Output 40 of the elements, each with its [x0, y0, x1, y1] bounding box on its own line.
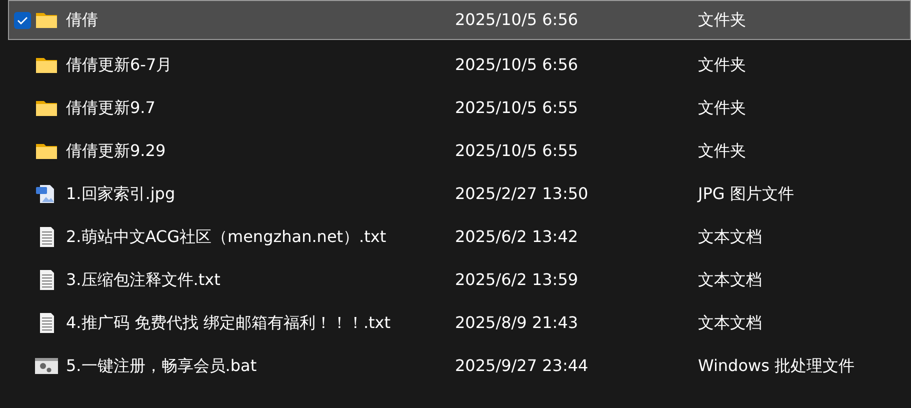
file-name: 倩倩更新6-7月 — [66, 54, 172, 76]
modified-date: 2025/6/2 13:59 — [455, 268, 580, 290]
modified-date: 2025/10/5 6:56 — [455, 9, 580, 31]
file-name: 1.回家索引.jpg — [66, 182, 176, 204]
file-name: 4.推广码 免费代找 绑定邮箱有福利！！！.txt — [66, 312, 391, 334]
modified-date: 2025/2/27 13:50 — [455, 182, 590, 204]
file-row[interactable]: 3.压缩包注释文件.txt 2025/6/2 13:59 文本文档 — [8, 258, 911, 301]
modified-date: 2025/8/9 21:43 — [455, 312, 580, 334]
modified-date: 2025/10/5 6:55 — [455, 96, 580, 118]
file-type: 文件夹 — [698, 54, 746, 76]
file-name: 倩倩更新9.29 — [66, 140, 166, 162]
file-type: 文件夹 — [698, 96, 746, 118]
file-row[interactable]: 2.萌站中文ACG社区（mengzhan.net）.txt 2025/6/2 13:42 文本文档 — [8, 215, 911, 258]
file-row[interactable]: 1.回家索引.jpg 2025/2/27 13:50 JPG 图片文件 — [8, 172, 911, 215]
file-name: 2.萌站中文ACG社区（mengzhan.net）.txt — [66, 226, 386, 248]
checkmark-icon — [16, 16, 28, 24]
modified-date: 2025/9/27 23:44 — [455, 354, 590, 376]
modified-date: 2025/10/5 6:55 — [455, 140, 580, 162]
file-type: Windows 批处理文件 — [698, 354, 855, 376]
file-type: 文本文档 — [698, 268, 762, 290]
file-type: 文本文档 — [698, 226, 762, 248]
file-row[interactable]: 倩倩更新9.29 2025/10/5 6:55 文件夹 — [8, 129, 911, 172]
checkbox[interactable] — [14, 12, 30, 28]
file-row[interactable]: 倩倩更新9.7 2025/10/5 6:55 文件夹 — [8, 86, 911, 129]
file-type: JPG 图片文件 — [698, 182, 794, 204]
folder-icon — [35, 10, 58, 30]
file-type: 文件夹 — [698, 9, 746, 31]
file-name: 倩倩更新9.7 — [66, 96, 156, 118]
modified-date: 2025/6/2 13:42 — [455, 226, 580, 248]
file-row[interactable]: 倩倩 2025/10/5 6:56 文件夹 — [8, 0, 911, 40]
file-row[interactable]: 4.推广码 免费代找 绑定邮箱有福利！！！.txt 2025/8/9 21:43 文本文档 — [8, 301, 911, 344]
file-row[interactable]: 5.一键注册，畅享会员.bat 2025/9/27 23:44 Windows 批处理文件 — [8, 344, 911, 387]
file-type: 文件夹 — [698, 140, 746, 162]
batch-file-icon — [35, 356, 58, 376]
file-name: 倩倩 — [66, 9, 98, 31]
file-row[interactable]: 倩倩更新6-7月 2025/10/5 6:56 文件夹 — [8, 43, 911, 86]
modified-date: 2025/10/5 6:56 — [455, 54, 580, 76]
file-name: 5.一键注册，畅享会员.bat — [66, 354, 257, 376]
file-type: 文本文档 — [698, 312, 762, 334]
file-name: 3.压缩包注释文件.txt — [66, 268, 220, 290]
